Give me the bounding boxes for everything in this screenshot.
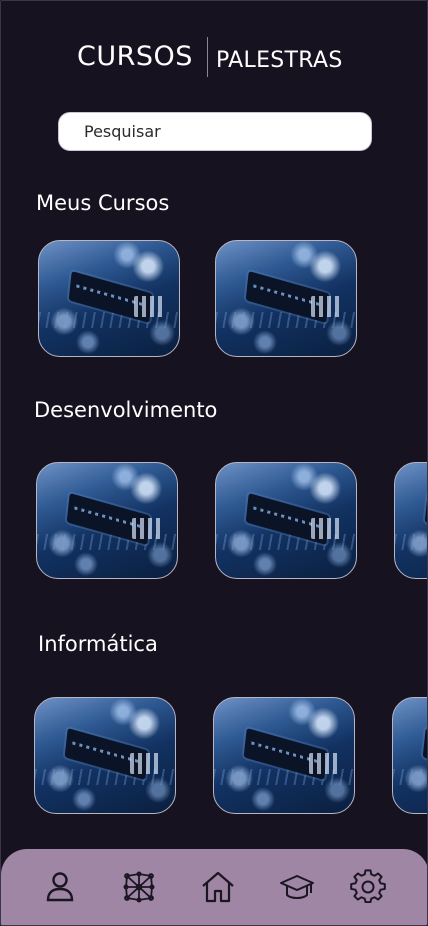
home-icon — [202, 871, 234, 903]
user-icon — [46, 872, 74, 902]
network-icon — [123, 871, 155, 903]
section-title-desenvolvimento: Desenvolvimento — [34, 398, 218, 422]
search-input[interactable] — [59, 113, 371, 150]
course-card[interactable] — [38, 240, 180, 357]
tab-palestras[interactable]: PALESTRAS — [216, 48, 343, 73]
bottom-nav — [1, 849, 427, 925]
course-card[interactable] — [394, 462, 427, 579]
section-title-meus-cursos: Meus Cursos — [36, 191, 170, 215]
nav-courses-button[interactable] — [277, 867, 317, 907]
course-card[interactable] — [392, 697, 427, 814]
course-card[interactable] — [34, 697, 176, 814]
course-card[interactable] — [215, 240, 357, 357]
nav-profile-button[interactable] — [40, 867, 80, 907]
section-title-informatica: Informática — [38, 632, 158, 656]
nav-home-button[interactable] — [198, 867, 238, 907]
graduation-cap-icon — [280, 875, 314, 899]
gear-icon — [350, 869, 386, 904]
nav-settings-button[interactable] — [348, 867, 388, 907]
tab-divider — [207, 37, 208, 77]
course-card[interactable] — [215, 462, 357, 579]
app-screen: CURSOS PALESTRAS Meus Cursos Desenvolvim… — [0, 0, 428, 926]
search-box — [58, 112, 372, 151]
course-card[interactable] — [36, 462, 178, 579]
course-card[interactable] — [213, 697, 355, 814]
course-tabs: CURSOS PALESTRAS — [1, 37, 427, 77]
nav-network-button[interactable] — [119, 867, 159, 907]
tab-cursos[interactable]: CURSOS — [77, 41, 193, 72]
